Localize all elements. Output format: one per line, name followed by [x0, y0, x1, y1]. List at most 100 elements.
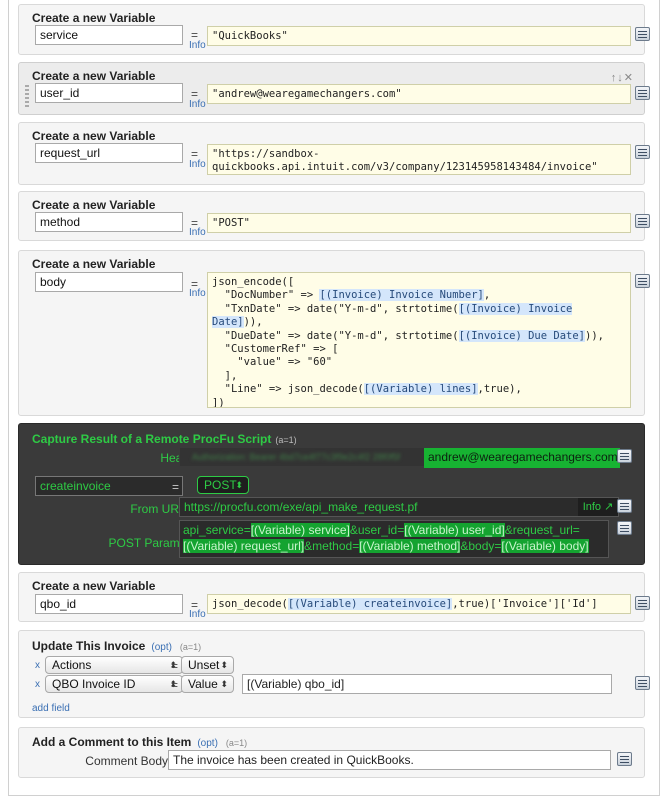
capture-variable-name-input[interactable]: createinvoice [35, 476, 183, 496]
variable-token[interactable]: [(Invoice) Invoice [458, 302, 573, 315]
info-link[interactable]: Info [189, 159, 206, 170]
info-link[interactable]: Info [189, 227, 206, 238]
code-text: ,true)['Invoice']['Id'] [452, 598, 598, 610]
headers-hidden-text: Authorization: Bearer 4bd7ce4f77c3f9e2c4… [192, 452, 401, 462]
code-text: )), [243, 316, 263, 329]
code-text: "DocNumber" => [212, 289, 320, 302]
drag-handle[interactable] [25, 85, 29, 107]
card-title: Create a new Variable [32, 198, 156, 212]
variable-value-input[interactable]: "QuickBooks" [207, 26, 631, 46]
info-link[interactable]: Info [189, 40, 206, 51]
mode-select-unset[interactable]: Unset ⬍ [181, 656, 234, 674]
param-text: &body= [460, 539, 502, 553]
variable-token[interactable]: [(Invoice) Due Date] [458, 329, 585, 342]
info-link[interactable]: Info [189, 609, 206, 620]
variable-value-input[interactable]: "andrew@wearegamechangers.com" [207, 84, 631, 104]
info-link[interactable]: Info [189, 288, 206, 299]
variable-token[interactable]: [(Variable) request_url] [183, 539, 305, 553]
code-line: ]) [212, 396, 225, 408]
code-text: , [483, 289, 491, 302]
code-line: json_encode([ [212, 276, 295, 288]
calculator-icon[interactable] [635, 596, 650, 610]
code-text: "Line" => json_decode( [212, 383, 364, 396]
card-title: Create a new Variable [32, 579, 156, 593]
card-title: Capture Result of a Remote ProcFu Script… [32, 432, 297, 446]
mode-select-text: Value [188, 677, 218, 691]
code-text: )), [585, 329, 604, 342]
from-url-input[interactable]: https://procfu.com/exe/api_make_request.… [179, 497, 619, 517]
variable-value-input[interactable]: "https://sandbox- quickbooks.api.intuit.… [207, 144, 631, 175]
post-params-input[interactable]: api_service=[(Variable) service]&user_id… [179, 520, 609, 558]
variable-name-input[interactable]: body [35, 272, 183, 292]
value-line-1: "https://sandbox- [212, 148, 320, 160]
variable-name-input[interactable]: qbo_id [35, 594, 183, 614]
calculator-icon[interactable] [617, 752, 632, 766]
method-select[interactable]: POST ⬍ [197, 476, 249, 494]
card-title: Add a Comment to this Item (opt) (a=1) [32, 735, 247, 749]
variable-token[interactable]: [(Variable) createinvoice] [287, 598, 453, 610]
body-code-editor[interactable]: json_encode([ "DocNumber" => [(Invoice) … [207, 272, 631, 408]
capture-result-card: Capture Result of a Remote ProcFu Script… [18, 423, 645, 565]
capture-title: Capture Result of a Remote ProcFu Script [32, 432, 272, 446]
select-arrows-icon: ⬍ [235, 480, 243, 490]
opt-link[interactable]: (opt) [151, 642, 172, 653]
card-title: Update This Invoice (opt) (a=1) [32, 639, 201, 653]
variable-token[interactable]: [(Variable) lines] [363, 383, 478, 396]
variable-name-input[interactable]: method [35, 212, 183, 232]
card-title: Create a new Variable [32, 257, 156, 271]
variable-card-qbo-id: Create a new Variable qbo_id = Info json… [18, 572, 650, 622]
calculator-icon[interactable] [635, 274, 650, 288]
variable-card-user-id: Create a new Variable ↑↓✕ user_id = Info… [18, 62, 650, 115]
field-select-qbo-invoice-id[interactable]: QBO Invoice ID ⬍ [45, 675, 183, 693]
calculator-icon[interactable] [635, 676, 650, 690]
update-title: Update This Invoice [32, 639, 146, 653]
row-controls[interactable]: ↑↓✕ [611, 71, 634, 84]
param-text: &user_id= [349, 523, 405, 537]
calculator-icon[interactable] [635, 214, 650, 228]
variable-token[interactable]: [(Invoice) Invoice Number] [319, 289, 484, 302]
code-text: "TxnDate" => date("Y-m-d", strtotime( [212, 302, 459, 315]
mode-select-value[interactable]: Value ⬍ [181, 675, 234, 693]
calculator-icon[interactable] [617, 521, 632, 535]
variable-token[interactable]: [(Variable) user_id] [404, 523, 505, 537]
remove-field-icon[interactable]: x [35, 660, 40, 671]
code-line: "CustomerRef" => [ [212, 343, 339, 356]
calculator-icon[interactable] [635, 145, 650, 159]
comment-title: Add a Comment to this Item [32, 735, 192, 749]
headers-input[interactable]: Authorization: Bearer 4bd7ce4f77c3f9e2c4… [179, 447, 620, 468]
variable-card-body: Create a new Variable body = Info json_e… [18, 250, 650, 416]
calculator-icon[interactable] [617, 449, 632, 463]
opt-link[interactable]: (opt) [197, 738, 218, 749]
count-label: (a=1) [275, 435, 297, 445]
equals-sign: = [171, 659, 179, 673]
variable-token[interactable]: [(Variable) body] [501, 539, 589, 553]
calculator-icon[interactable] [617, 499, 632, 513]
method-select-value: POST [204, 478, 237, 492]
variable-name-input[interactable]: user_id [35, 83, 183, 103]
remove-field-icon[interactable]: x [35, 679, 40, 690]
code-line: ], [212, 369, 238, 382]
variable-value-input[interactable]: "POST" [207, 213, 631, 233]
field-select-actions[interactable]: Actions ⬍ [45, 656, 183, 674]
mode-select-value: Unset [188, 658, 220, 672]
variable-token[interactable]: [(Variable) method] [359, 539, 461, 553]
calculator-icon[interactable] [635, 27, 650, 41]
info-link[interactable]: Info [189, 99, 206, 110]
update-invoice-card: Update This Invoice (opt) (a=1) x Actions ⬍… [18, 630, 650, 718]
variable-name-input[interactable]: request_url [35, 143, 183, 163]
variable-card-request-url: Create a new Variable request_url = Info… [18, 122, 650, 185]
add-comment-card: Add a Comment to this Item (opt) (a=1) Com… [18, 727, 645, 778]
calculator-icon[interactable] [635, 86, 650, 100]
post-params-label: POST Params: [108, 536, 189, 550]
variable-name-input[interactable]: service [35, 25, 183, 45]
field-value-input[interactable]: [(Variable) qbo_id] [242, 674, 612, 694]
variable-token-cont[interactable]: Date] [212, 316, 244, 329]
info-button[interactable]: Info ↗ [578, 498, 618, 516]
card-title: Create a new Variable [32, 69, 156, 83]
variable-value-input[interactable]: json_decode([(Variable) createinvoice],t… [207, 594, 631, 614]
comment-body-input[interactable]: The invoice has been created in QuickBoo… [168, 750, 611, 770]
value-line-2: quickbooks.api.intuit.com/v3/company/123… [212, 161, 598, 173]
card-title: Create a new Variable [32, 129, 156, 143]
add-field-link[interactable]: add field [32, 703, 70, 714]
variable-token[interactable]: [(Variable) service] [250, 523, 350, 537]
